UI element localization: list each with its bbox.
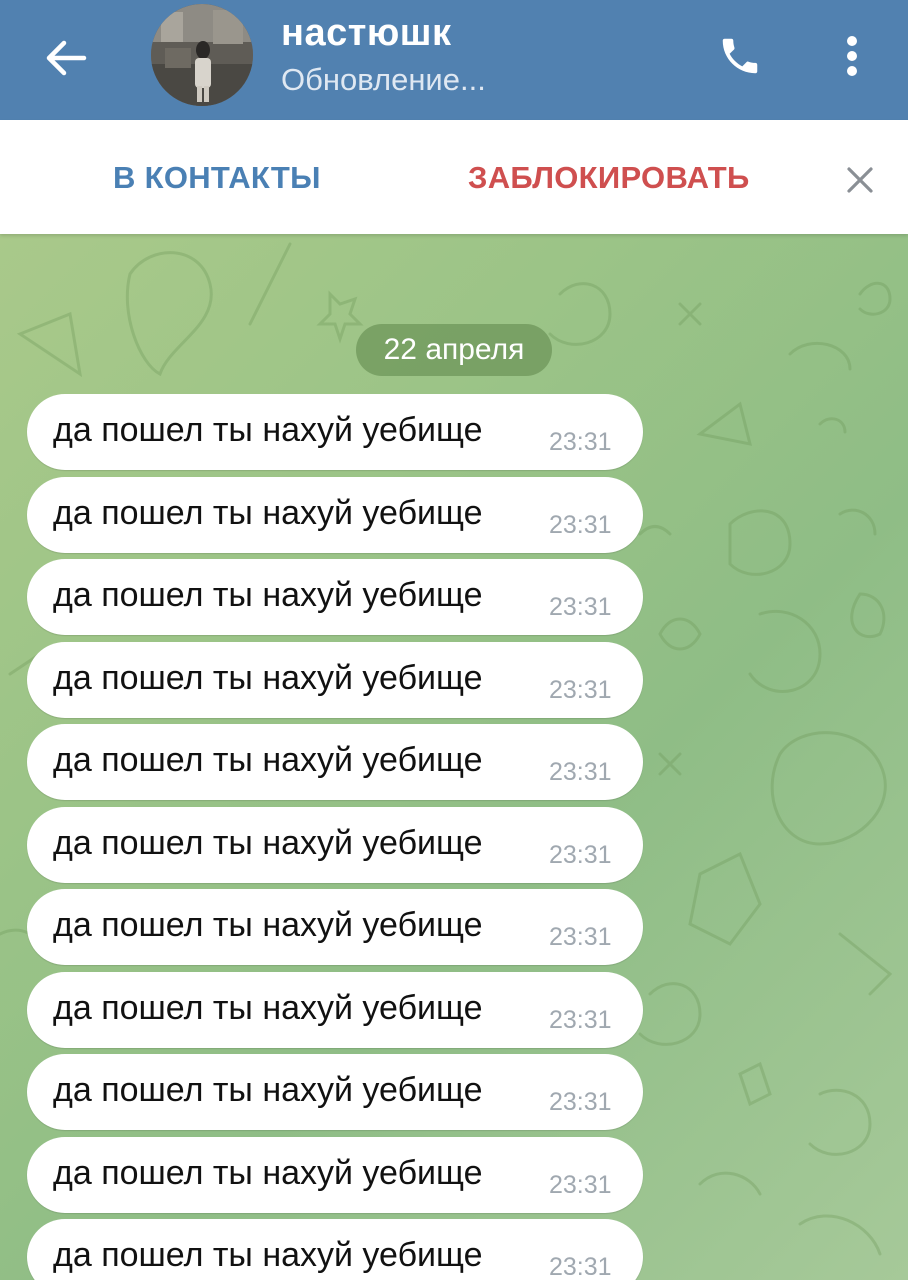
message-bubble[interactable]: да пошел ты нахуй уебище 23:31 [27, 559, 643, 635]
message-text: да пошел ты нахуй уебище [53, 906, 483, 944]
message-time: 23:31 [549, 510, 612, 539]
message-time: 23:31 [549, 1088, 612, 1116]
message-time: 23:31 [549, 428, 612, 456]
message-time: 23:31 [549, 675, 612, 704]
close-icon [847, 167, 873, 193]
message-text: да пошел ты нахуй уебище [53, 1153, 483, 1192]
message-text: да пошел ты нахуй уебище [53, 493, 483, 532]
message-time: 23:31 [549, 593, 612, 621]
message-text: да пошел ты нахуй уебище [53, 658, 483, 697]
message-bubble[interactable]: да пошел ты нахуй уебище 23:31 [27, 394, 643, 470]
add-to-contacts-button[interactable]: В КОНТАКТЫ [113, 160, 321, 196]
message-bubble[interactable]: да пошел ты нахуй уебище 23:31 [27, 1054, 643, 1130]
message-text: да пошел ты нахуй уебище [53, 823, 483, 862]
message-text: да пошел ты нахуй уебище [53, 411, 483, 449]
chat-screen: настюшк Обновление... В КОНТАКТЫ ЗАБЛОКИ… [0, 0, 908, 1280]
back-button[interactable] [30, 22, 102, 94]
unknown-contact-action-bar: В КОНТАКТЫ ЗАБЛОКИРОВАТЬ [0, 120, 908, 234]
arrow-left-icon [46, 40, 87, 76]
avatar[interactable] [151, 4, 253, 106]
message-bubble[interactable]: да пошел ты нахуй уебище 23:31 [27, 476, 643, 553]
message-text: да пошел ты нахуй уебище [53, 988, 483, 1027]
message-time: 23:31 [549, 840, 612, 869]
message-bubble[interactable]: да пошел ты нахуй уебище 23:31 [27, 724, 643, 800]
message-time: 23:31 [549, 1253, 612, 1280]
block-user-button[interactable]: ЗАБЛОКИРОВАТЬ [468, 160, 750, 196]
message-bubble[interactable]: да пошел ты нахуй уебище 23:31 [27, 889, 643, 965]
message-list: да пошел ты нахуй уебище 23:31 да пошел ты… [27, 394, 647, 1280]
message-bubble[interactable]: да пошел ты нахуй уебище 23:31 [27, 1219, 643, 1280]
chat-header: настюшк Обновление... [0, 0, 908, 120]
close-action-bar-button[interactable] [838, 158, 882, 202]
avatar-photo [151, 4, 253, 106]
message-bubble[interactable]: да пошел ты нахуй уебище 23:31 [27, 806, 643, 883]
more-options-button[interactable] [824, 24, 880, 88]
message-text: да пошел ты нахуй уебище [53, 741, 483, 779]
message-bubble[interactable]: да пошел ты нахуй уебище 23:31 [27, 971, 643, 1048]
message-bubble[interactable]: да пошел ты нахуй уебище 23:31 [27, 641, 643, 718]
message-text: да пошел ты нахуй уебище [53, 1236, 483, 1274]
phone-icon [722, 38, 758, 74]
date-separator: 22 апреля [356, 324, 552, 376]
message-text: да пошел ты нахуй уебище [53, 1071, 483, 1109]
message-time: 23:31 [549, 1005, 612, 1034]
message-time: 23:31 [549, 1170, 612, 1199]
more-vertical-icon [847, 36, 857, 76]
message-bubble[interactable]: да пошел ты нахуй уебище 23:31 [27, 1136, 643, 1213]
chat-title[interactable]: настюшк [281, 12, 451, 55]
message-time: 23:31 [549, 758, 612, 786]
call-button[interactable] [708, 24, 772, 88]
chat-status: Обновление... [281, 62, 486, 97]
message-text: да пошел ты нахуй уебище [53, 576, 483, 614]
chat-area[interactable]: 22 апреля да пошел ты нахуй уебище 23:31 д… [0, 234, 908, 1280]
message-time: 23:31 [549, 923, 612, 951]
